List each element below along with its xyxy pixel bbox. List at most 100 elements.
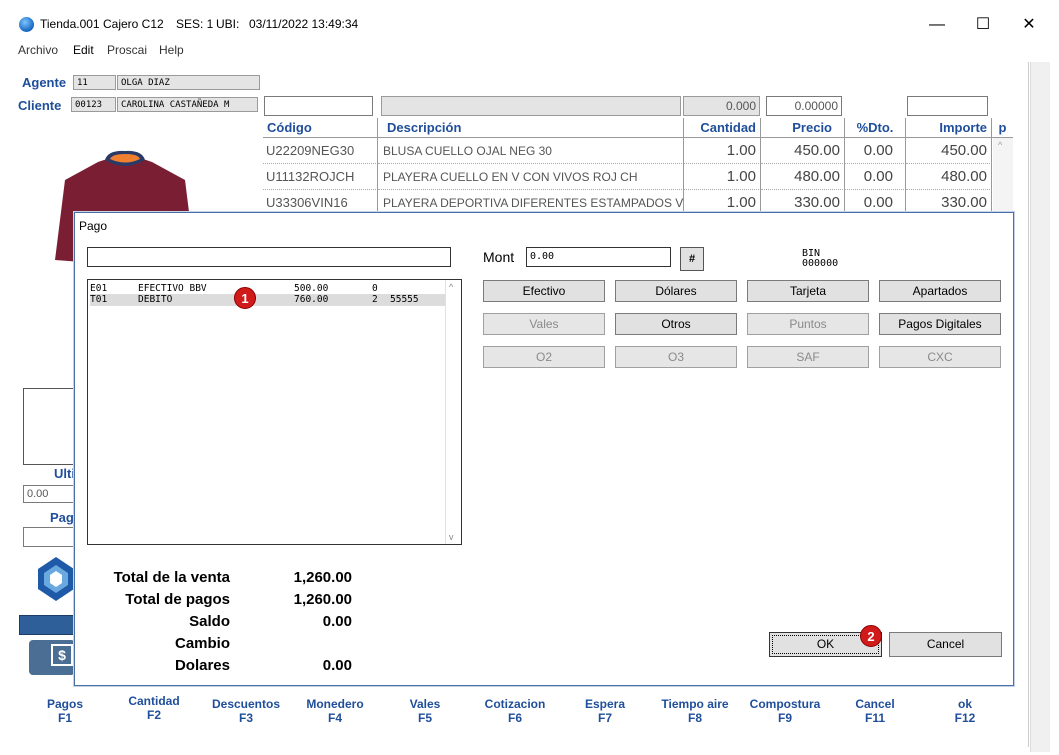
o2-button[interactable]: O2 [483, 346, 605, 368]
total-venta-label: Total de la venta [113, 569, 230, 586]
saldo-label: Saldo [189, 613, 230, 630]
mont-label: Mont [483, 249, 515, 265]
pagos-digitales-button[interactable]: Pagos Digitales [879, 313, 1001, 335]
col-importe[interactable]: Importe [906, 118, 992, 138]
tarjeta-button[interactable]: Tarjeta [747, 280, 869, 302]
o3-button[interactable]: O3 [615, 346, 737, 368]
col-cantidad[interactable]: Cantidad [684, 118, 761, 138]
col-precio[interactable]: Precio [761, 118, 845, 138]
ulti-value-field[interactable]: 0.00 [23, 485, 75, 503]
fkey-pagos[interactable]: Pagos F1 [20, 697, 110, 725]
vales-button[interactable]: Vales [483, 313, 605, 335]
app-globe-icon [19, 17, 34, 32]
step-badge-1: 1 [234, 287, 256, 309]
puntos-button[interactable]: Puntos [747, 313, 869, 335]
agente-code-field[interactable]: 11 [73, 75, 116, 90]
list-scrollbar[interactable]: ^ v [445, 280, 461, 544]
agente-label: Agente [22, 75, 67, 90]
payment-amount: 760.00 [294, 294, 329, 305]
col-descripcion[interactable]: Descripción [378, 118, 684, 138]
menu-archivo[interactable]: Archivo [18, 43, 58, 57]
payment-name: DEBITO [138, 294, 173, 305]
fkey-compostura[interactable]: Compostura F9 [740, 697, 830, 725]
cell-importe: 450.00 [906, 138, 992, 164]
cash-button[interactable]: $ [29, 640, 75, 675]
cancel-button[interactable]: Cancel [889, 632, 1002, 657]
otros-button[interactable]: Otros [615, 313, 737, 335]
mont-input[interactable]: 0.00 [526, 247, 671, 267]
header-input-1[interactable] [264, 96, 373, 116]
fkey-cotizacion[interactable]: Cotizacion F6 [470, 697, 560, 725]
menu-bar: Archivo Edit Proscai Help [0, 40, 1059, 62]
cambio-label: Cambio [174, 635, 230, 652]
cell-precio: 450.00 [761, 138, 845, 164]
cliente-name-field[interactable]: CAROLINA CASTAÑEDA M [117, 97, 258, 112]
cxc-button[interactable]: CXC [879, 346, 1001, 368]
saf-button[interactable]: SAF [747, 346, 869, 368]
payment-count: 0 [372, 283, 378, 294]
col-p[interactable]: p [992, 118, 1013, 138]
pag-label: Pag [50, 510, 74, 525]
list-item[interactable]: T01 DEBITO 760.00 2 55555 [90, 294, 445, 306]
payment-code: T01 [90, 294, 108, 305]
fkey-espera[interactable]: Espera F7 [560, 697, 650, 725]
cell-codigo: U22209NEG30 [263, 138, 378, 164]
maximize-icon[interactable]: ☐ [960, 10, 1006, 40]
col-dto[interactable]: %Dto. [845, 118, 906, 138]
menu-help[interactable]: Help [159, 43, 184, 57]
function-key-bar: Pagos F1 Cantidad F2 Descuentos F3 Monedero… [9, 680, 1029, 750]
fkey-monedero[interactable]: Monedero F4 [290, 697, 380, 725]
table-scrollbar[interactable]: ^ [993, 138, 1013, 216]
header-value-2[interactable]: 0.00000 [766, 96, 842, 116]
fkey-tiempo-aire[interactable]: Tiempo aire F8 [650, 697, 740, 725]
pago-search-input[interactable] [87, 247, 451, 267]
menu-edit[interactable]: Edit [73, 43, 94, 57]
payments-list[interactable]: E01 EFECTIVO BBV 500.00 0 T01 DEBITO 760… [87, 279, 462, 545]
dollar-icon: $ [51, 644, 73, 666]
bin-display: BIN 000000 [802, 249, 838, 269]
minimize-icon[interactable]: — [914, 10, 960, 40]
cliente-code-field[interactable]: 00123 [71, 97, 116, 112]
header-value-1[interactable]: 0.000 [683, 96, 760, 116]
bin-value: 000000 [802, 258, 839, 269]
scroll-down-icon[interactable]: v [449, 532, 454, 542]
fkey-descuentos[interactable]: Descuentos F3 [201, 697, 291, 725]
fkey-vales[interactable]: Vales F5 [380, 697, 470, 725]
cliente-label: Cliente [18, 98, 62, 113]
agente-name-field[interactable]: OLGA DIAZ [117, 75, 260, 90]
cell-importe: 480.00 [906, 164, 992, 190]
window-scrollbar[interactable] [1030, 62, 1050, 752]
scroll-up-icon[interactable]: ^ [449, 282, 453, 292]
cell-codigo: U11132ROJCH [263, 164, 378, 190]
pago-dialog: Pago E01 EFECTIVO BBV 500.00 0 T01 DEBIT… [74, 212, 1014, 686]
close-icon[interactable]: ✕ [1006, 10, 1052, 40]
fkey-cantidad[interactable]: Cantidad F2 [109, 694, 199, 722]
title-store: Tienda.001 [40, 17, 100, 31]
payment-ref: 55555 [390, 294, 419, 305]
title-cashier: Cajero C12 [103, 17, 164, 31]
efectivo-button[interactable]: Efectivo [483, 280, 605, 302]
fkey-ok[interactable]: ok F12 [920, 697, 1010, 725]
payment-code: E01 [90, 283, 108, 294]
title-datetime: 03/11/2022 13:49:34 [249, 17, 359, 31]
dolares-button[interactable]: Dólares [615, 280, 737, 302]
payment-count: 2 [372, 294, 378, 305]
scroll-up-icon[interactable]: ^ [998, 140, 1002, 150]
cell-dto: 0.00 [845, 138, 906, 164]
col-codigo[interactable]: Código [263, 118, 378, 138]
title-bar: Tienda.001 Cajero C12 SES: 1 UBI: 03/11/… [0, 0, 1059, 40]
cell-cantidad: 1.00 [684, 164, 761, 190]
pag-field[interactable] [23, 527, 75, 547]
cell-cantidad: 1.00 [684, 138, 761, 164]
left-blue-bar [19, 615, 75, 635]
apartados-button[interactable]: Apartados [879, 280, 1001, 302]
hash-button[interactable]: # [680, 247, 704, 271]
menu-proscai[interactable]: Proscai [107, 43, 147, 57]
header-input-3[interactable] [907, 96, 988, 116]
title-session: SES: 1 [176, 17, 214, 31]
cell-dto: 0.00 [845, 164, 906, 190]
fkey-cancel[interactable]: Cancel F11 [830, 697, 920, 725]
total-venta-value: 1,260.00 [293, 569, 352, 586]
left-image-box [23, 388, 75, 465]
header-input-2[interactable] [381, 96, 681, 116]
